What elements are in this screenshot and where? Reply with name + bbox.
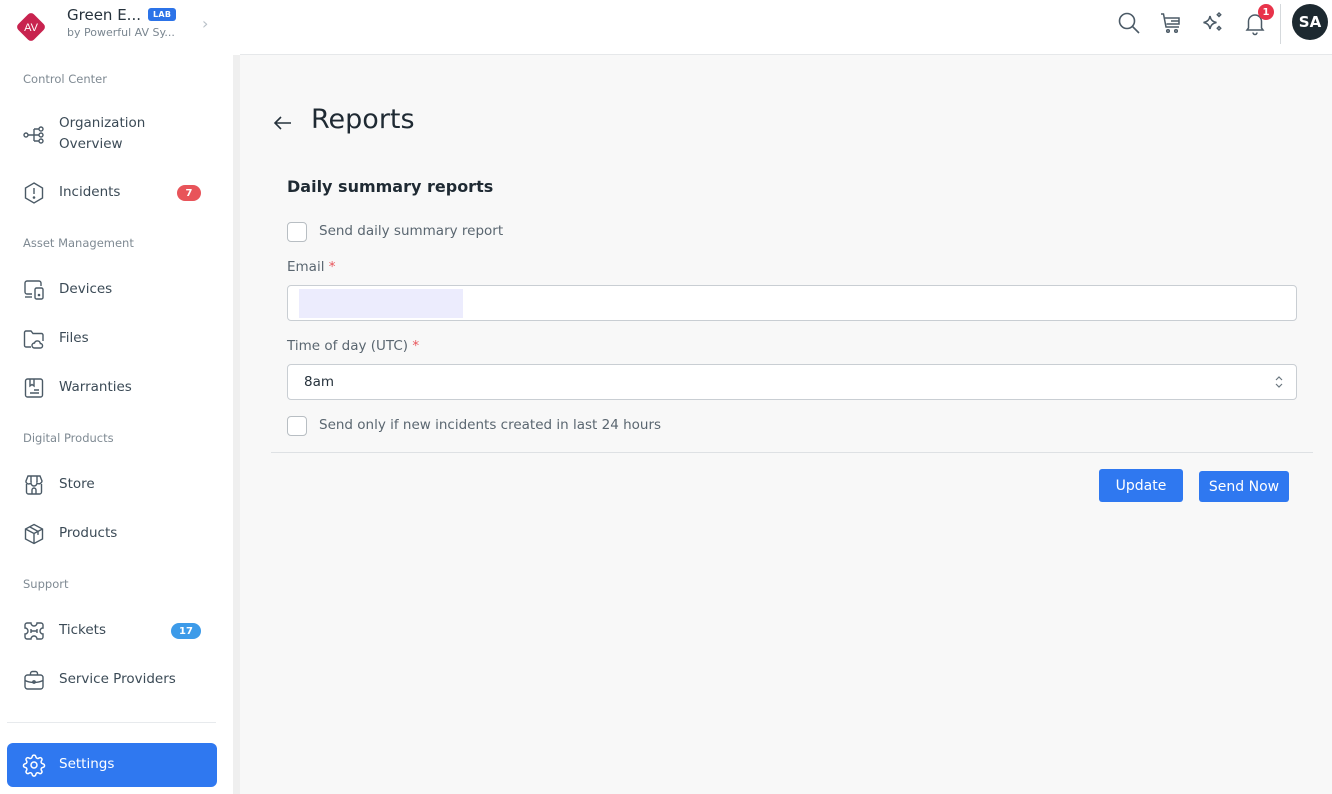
update-button[interactable]: Update: [1099, 469, 1183, 502]
send-daily-label: Send daily summary report: [319, 223, 504, 239]
back-arrow-icon[interactable]: [271, 111, 295, 135]
section-label-digital-products: Digital Products: [23, 431, 114, 445]
section-label-support: Support: [23, 577, 69, 591]
hierarchy-icon: [22, 123, 46, 147]
sidebar: AV Green E... LAB by Powerful AV Sy... ›…: [0, 0, 240, 794]
time-of-day-label: Time of day (UTC) *: [287, 338, 420, 354]
sidebar-item-service-providers[interactable]: Service Providers: [0, 667, 233, 693]
time-of-day-select[interactable]: 8am: [287, 364, 1297, 400]
org-switcher[interactable]: AV Green E... LAB by Powerful AV Sy... ›: [0, 0, 240, 55]
ticket-icon: [22, 619, 46, 643]
email-input[interactable]: [287, 285, 1297, 321]
section-label-control-center: Control Center: [23, 72, 107, 86]
sidebar-item-label: Service Providers: [59, 671, 176, 687]
send-daily-checkbox[interactable]: [287, 222, 307, 242]
sidebar-item-tickets[interactable]: Tickets 17: [0, 618, 233, 644]
sidebar-item-label: Settings: [59, 756, 115, 772]
org-logo: AV: [17, 13, 45, 41]
notification-count-badge: 1: [1258, 4, 1274, 20]
devices-icon: [22, 278, 46, 302]
gear-icon: [22, 753, 46, 777]
sidebar-item-label: Tickets: [59, 622, 106, 638]
sidebar-item-label: Files: [59, 330, 89, 346]
org-subtitle: by Powerful AV Sy...: [67, 26, 175, 39]
sidebar-item-settings[interactable]: Settings: [7, 743, 217, 787]
email-label: Email *: [287, 259, 336, 275]
sidebar-item-label: Incidents: [59, 184, 121, 200]
chevron-right-icon: ›: [202, 14, 209, 33]
sidebar-item-devices[interactable]: Devices: [0, 277, 233, 303]
tickets-count-badge: 17: [171, 623, 201, 639]
sidebar-item-store[interactable]: Store: [0, 472, 233, 498]
sidebar-item-label: Products: [59, 525, 118, 541]
email-autofill-highlight: [299, 289, 463, 318]
sidebar-item-label: Organization Overview: [59, 115, 146, 152]
select-arrows-icon: [1275, 376, 1283, 388]
sparkles-icon[interactable]: [1200, 10, 1226, 36]
send-now-button[interactable]: Send Now: [1199, 471, 1289, 502]
org-badge: LAB: [148, 8, 177, 21]
sidebar-item-products[interactable]: Products: [0, 521, 233, 547]
search-icon[interactable]: [1116, 10, 1142, 36]
warranty-icon: [22, 376, 46, 400]
sidebar-item-organization-overview[interactable]: Organization Overview: [0, 113, 233, 157]
topbar-separator: [1280, 4, 1281, 44]
sidebar-item-incidents[interactable]: Incidents 7: [0, 180, 233, 206]
briefcase-icon: [22, 668, 46, 692]
time-of-day-value: 8am: [304, 374, 335, 390]
incidents-count-badge: 7: [177, 185, 201, 201]
store-icon: [22, 473, 46, 497]
org-name: Green E...: [67, 6, 141, 24]
user-avatar[interactable]: SA: [1292, 4, 1328, 40]
alert-hexagon-icon: [22, 181, 46, 205]
svg-text:AV: AV: [24, 22, 39, 34]
sidebar-item-warranties[interactable]: Warranties: [0, 375, 233, 401]
sidebar-item-label: Store: [59, 476, 95, 492]
sidebar-item-files[interactable]: Files: [0, 326, 233, 352]
form-divider: [271, 452, 1313, 453]
section-title: Daily summary reports: [287, 177, 494, 196]
sidebar-item-label: Warranties: [59, 379, 132, 395]
only-new-incidents-label: Send only if new incidents created in la…: [319, 417, 662, 433]
only-new-incidents-checkbox[interactable]: [287, 416, 307, 436]
cart-icon[interactable]: [1158, 10, 1184, 36]
sidebar-scrollbar[interactable]: [233, 55, 240, 794]
section-label-asset-management: Asset Management: [23, 236, 134, 250]
page-title: Reports: [311, 104, 415, 135]
sidebar-divider: [7, 722, 216, 723]
sidebar-item-label: Devices: [59, 281, 113, 297]
box-icon: [22, 522, 46, 546]
folder-cloud-icon: [22, 327, 46, 351]
